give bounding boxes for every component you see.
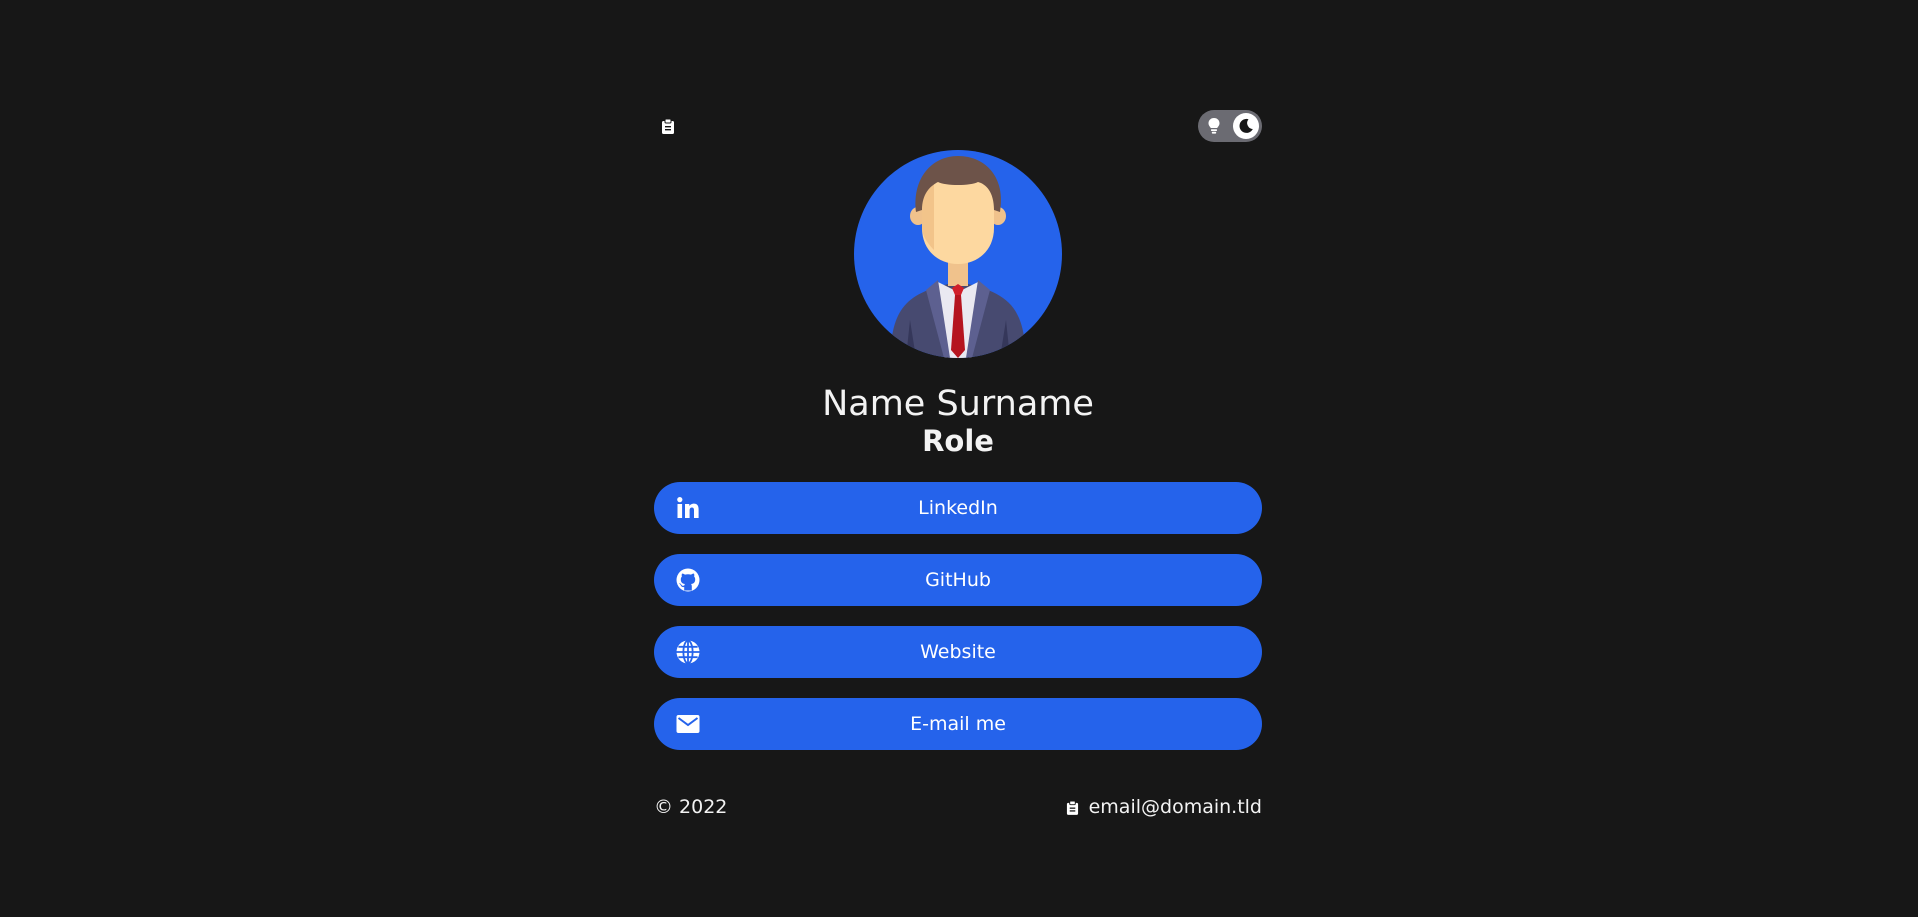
footer: © 2022 email@domain.tld	[654, 793, 1262, 821]
email-me-label: E-mail me	[910, 713, 1006, 735]
linkedin-button[interactable]: LinkedIn	[654, 482, 1262, 534]
moon-icon	[1239, 118, 1253, 133]
website-button[interactable]: Website	[654, 626, 1262, 678]
linkedin-label: LinkedIn	[918, 497, 998, 519]
profile-card: Name Surname Role LinkedIn GitHub Websit…	[654, 110, 1262, 818]
copy-email-button[interactable]: email@domain.tld	[1066, 793, 1262, 821]
clipboard-icon	[1066, 800, 1078, 815]
github-label: GitHub	[925, 569, 991, 591]
clipboard-icon[interactable]	[661, 118, 675, 134]
theme-toggle[interactable]	[1198, 110, 1262, 142]
profile-name: Name Surname	[822, 384, 1094, 424]
toggle-knob	[1233, 113, 1259, 139]
github-button[interactable]: GitHub	[654, 554, 1262, 606]
footer-email: email@domain.tld	[1088, 796, 1262, 818]
profile-role: Role	[922, 424, 994, 458]
avatar	[854, 150, 1062, 358]
top-bar	[654, 110, 1262, 142]
website-label: Website	[920, 641, 996, 663]
page: Name Surname Role LinkedIn GitHub Websit…	[0, 0, 1918, 917]
lightbulb-icon	[1206, 117, 1222, 135]
links-list: LinkedIn GitHub Website E-mail me	[654, 482, 1262, 770]
copyright-text: © 2022	[654, 796, 728, 818]
email-me-button[interactable]: E-mail me	[654, 698, 1262, 750]
